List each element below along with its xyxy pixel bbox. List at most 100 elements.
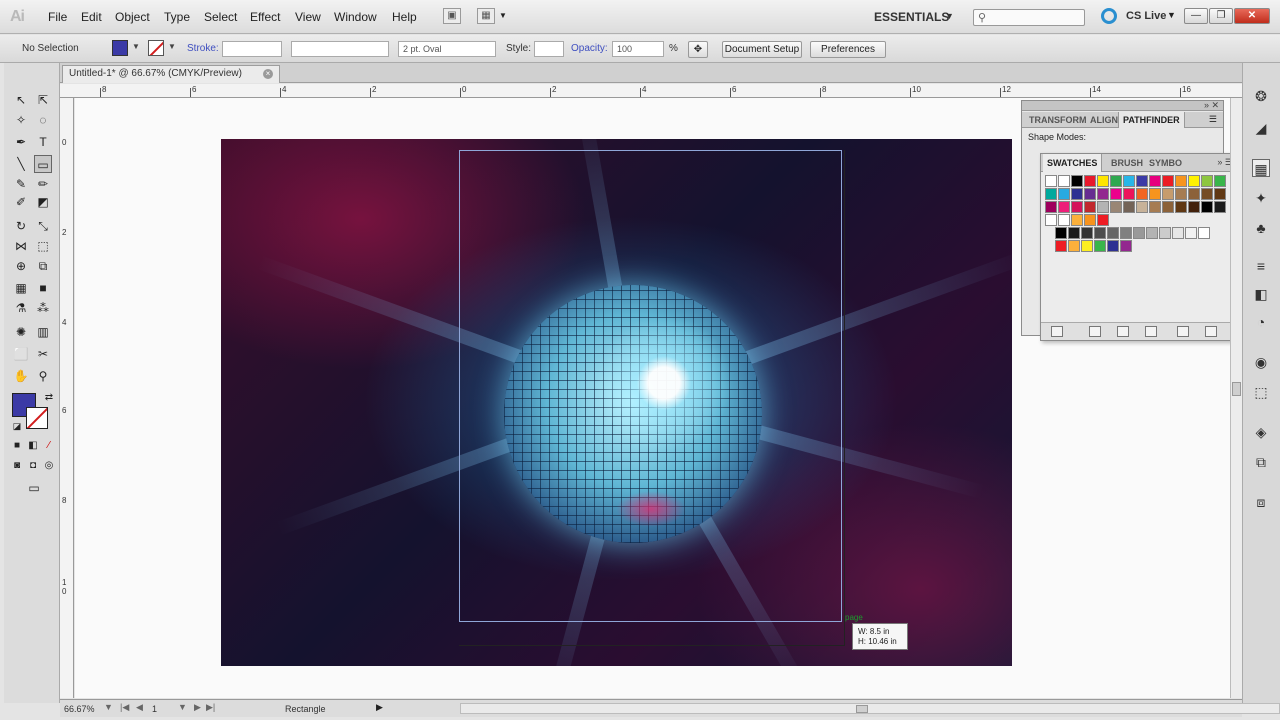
fill-dropdown-icon[interactable]: ▼ — [132, 42, 140, 51]
swatch[interactable] — [1055, 240, 1067, 252]
swatch[interactable] — [1068, 240, 1080, 252]
swatch[interactable] — [1045, 188, 1057, 200]
color-panel-icon[interactable]: ◢ — [1252, 119, 1270, 137]
close-tab-icon[interactable]: × — [263, 69, 273, 79]
swatch[interactable] — [1149, 201, 1161, 213]
eraser-tool-icon[interactable]: ◩ — [34, 193, 52, 211]
status-menu-icon[interactable]: ▶ — [376, 702, 383, 713]
fill-color-swatch[interactable] — [112, 40, 128, 56]
screen-mode-icon[interactable]: ▭ — [22, 479, 46, 497]
swatch[interactable] — [1097, 214, 1109, 226]
swatch[interactable] — [1120, 240, 1132, 252]
swatch[interactable] — [1084, 175, 1096, 187]
workspace-dropdown-icon[interactable]: ▼ — [945, 11, 954, 21]
pen-tool-icon[interactable]: ✒ — [12, 133, 30, 151]
draw-inside-icon[interactable]: ◎ — [40, 457, 58, 475]
swatch[interactable] — [1084, 201, 1096, 213]
type-tool-icon[interactable]: T — [34, 133, 52, 151]
appearance-icon[interactable]: ◉ — [1252, 353, 1270, 371]
cs-live-dropdown-icon[interactable]: ▼ — [1167, 10, 1176, 20]
preferences-button[interactable]: Preferences — [810, 41, 886, 58]
swatch[interactable] — [1045, 214, 1057, 226]
swatch[interactable] — [1188, 201, 1200, 213]
menu-type[interactable]: Type — [164, 10, 190, 24]
swatch[interactable] — [1136, 201, 1148, 213]
swatch[interactable] — [1175, 201, 1187, 213]
stroke-color-box[interactable] — [26, 407, 48, 429]
swatch[interactable] — [1136, 175, 1148, 187]
shape-builder-tool-icon[interactable]: ⊕ — [12, 257, 30, 275]
swatch[interactable] — [1133, 227, 1145, 239]
swatch[interactable] — [1094, 227, 1106, 239]
menu-window[interactable]: Window — [334, 10, 377, 24]
horizontal-scroll-thumb[interactable] — [856, 705, 868, 713]
swatch[interactable] — [1188, 175, 1200, 187]
none-mode-icon[interactable]: ⁄ — [40, 437, 58, 455]
gradient-tool-icon[interactable]: ■ — [34, 279, 52, 297]
swatch[interactable] — [1071, 175, 1083, 187]
variable-width-profile[interactable] — [291, 41, 389, 57]
artboard-dropdown-icon[interactable]: ▼ — [178, 702, 187, 712]
scale-tool-icon[interactable]: ⤡ — [34, 217, 52, 235]
help-search-input[interactable]: ⚲ — [973, 9, 1085, 26]
recolor-icon[interactable]: ✥ — [688, 41, 708, 58]
stroke-panel-icon[interactable]: ≡ — [1252, 257, 1270, 275]
swatch[interactable] — [1149, 188, 1161, 200]
cs-live-label[interactable]: CS Live — [1126, 10, 1166, 22]
brush-definition-field[interactable]: 2 pt. Oval — [398, 41, 496, 57]
swatch-libraries-icon[interactable] — [1051, 326, 1063, 337]
swatch[interactable] — [1110, 188, 1122, 200]
swatch[interactable] — [1071, 201, 1083, 213]
cs-live-icon[interactable] — [1101, 8, 1117, 24]
selection-tool-icon[interactable]: ↖ — [12, 91, 30, 109]
swatch[interactable] — [1162, 188, 1174, 200]
swatch[interactable] — [1123, 188, 1135, 200]
close-button[interactable]: ✕ — [1234, 8, 1270, 24]
column-graph-tool-icon[interactable]: ▥ — [34, 323, 52, 341]
swatch[interactable] — [1045, 175, 1057, 187]
swatch[interactable] — [1123, 175, 1135, 187]
tab-transform[interactable]: TRANSFORM — [1025, 112, 1091, 128]
first-artboard-icon[interactable]: |◀ — [120, 702, 129, 713]
delete-swatch-icon[interactable] — [1205, 326, 1217, 337]
swatch[interactable] — [1185, 227, 1197, 239]
tab-swatches[interactable]: SWATCHES — [1043, 154, 1103, 172]
stroke-dropdown-icon[interactable]: ▼ — [168, 42, 176, 51]
menu-select[interactable]: Select — [204, 10, 237, 24]
color-guide-icon[interactable]: ❂ — [1252, 87, 1270, 105]
bridge-icon[interactable]: ▣ — [443, 8, 461, 24]
swatch[interactable] — [1162, 175, 1174, 187]
arrange-dropdown-icon[interactable]: ▼ — [499, 11, 507, 20]
menu-edit[interactable]: Edit — [81, 10, 102, 24]
swatch[interactable] — [1110, 201, 1122, 213]
restore-button[interactable]: ❐ — [1209, 8, 1233, 24]
swatch[interactable] — [1058, 188, 1070, 200]
transparency-icon[interactable]: ◔ — [1252, 313, 1270, 331]
brushes-icon[interactable]: ✦ — [1252, 189, 1270, 207]
swap-fill-stroke-icon[interactable]: ⇄ — [40, 389, 58, 407]
tab-align[interactable]: ALIGN — [1086, 112, 1122, 128]
swatch[interactable] — [1084, 214, 1096, 226]
menu-file[interactable]: File — [48, 10, 67, 24]
opacity-label[interactable]: Opacity: — [571, 43, 608, 54]
pencil-tool-icon[interactable]: ✏ — [34, 175, 52, 193]
swatch[interactable] — [1071, 214, 1083, 226]
next-artboard-icon[interactable]: ▶ — [194, 702, 201, 713]
swatch[interactable] — [1081, 240, 1093, 252]
line-tool-icon[interactable]: ╲ — [12, 155, 30, 173]
symbol-sprayer-tool-icon[interactable]: ✺ — [12, 323, 30, 341]
gradient-panel-icon[interactable]: ◧ — [1252, 285, 1270, 303]
mesh-tool-icon[interactable]: ▦ — [12, 279, 30, 297]
symbols-icon[interactable]: ♣ — [1252, 219, 1270, 237]
new-swatch-icon[interactable] — [1177, 326, 1189, 337]
swatch[interactable] — [1084, 188, 1096, 200]
menu-effect[interactable]: Effect — [250, 10, 280, 24]
zoom-dropdown-icon[interactable]: ▼ — [104, 702, 113, 712]
swatch[interactable] — [1201, 175, 1213, 187]
swatch[interactable] — [1188, 188, 1200, 200]
blob-brush-tool-icon[interactable]: ✐ — [12, 193, 30, 211]
swatch[interactable] — [1097, 175, 1109, 187]
swatch[interactable] — [1175, 175, 1187, 187]
swatch[interactable] — [1058, 201, 1070, 213]
swatch[interactable] — [1071, 188, 1083, 200]
